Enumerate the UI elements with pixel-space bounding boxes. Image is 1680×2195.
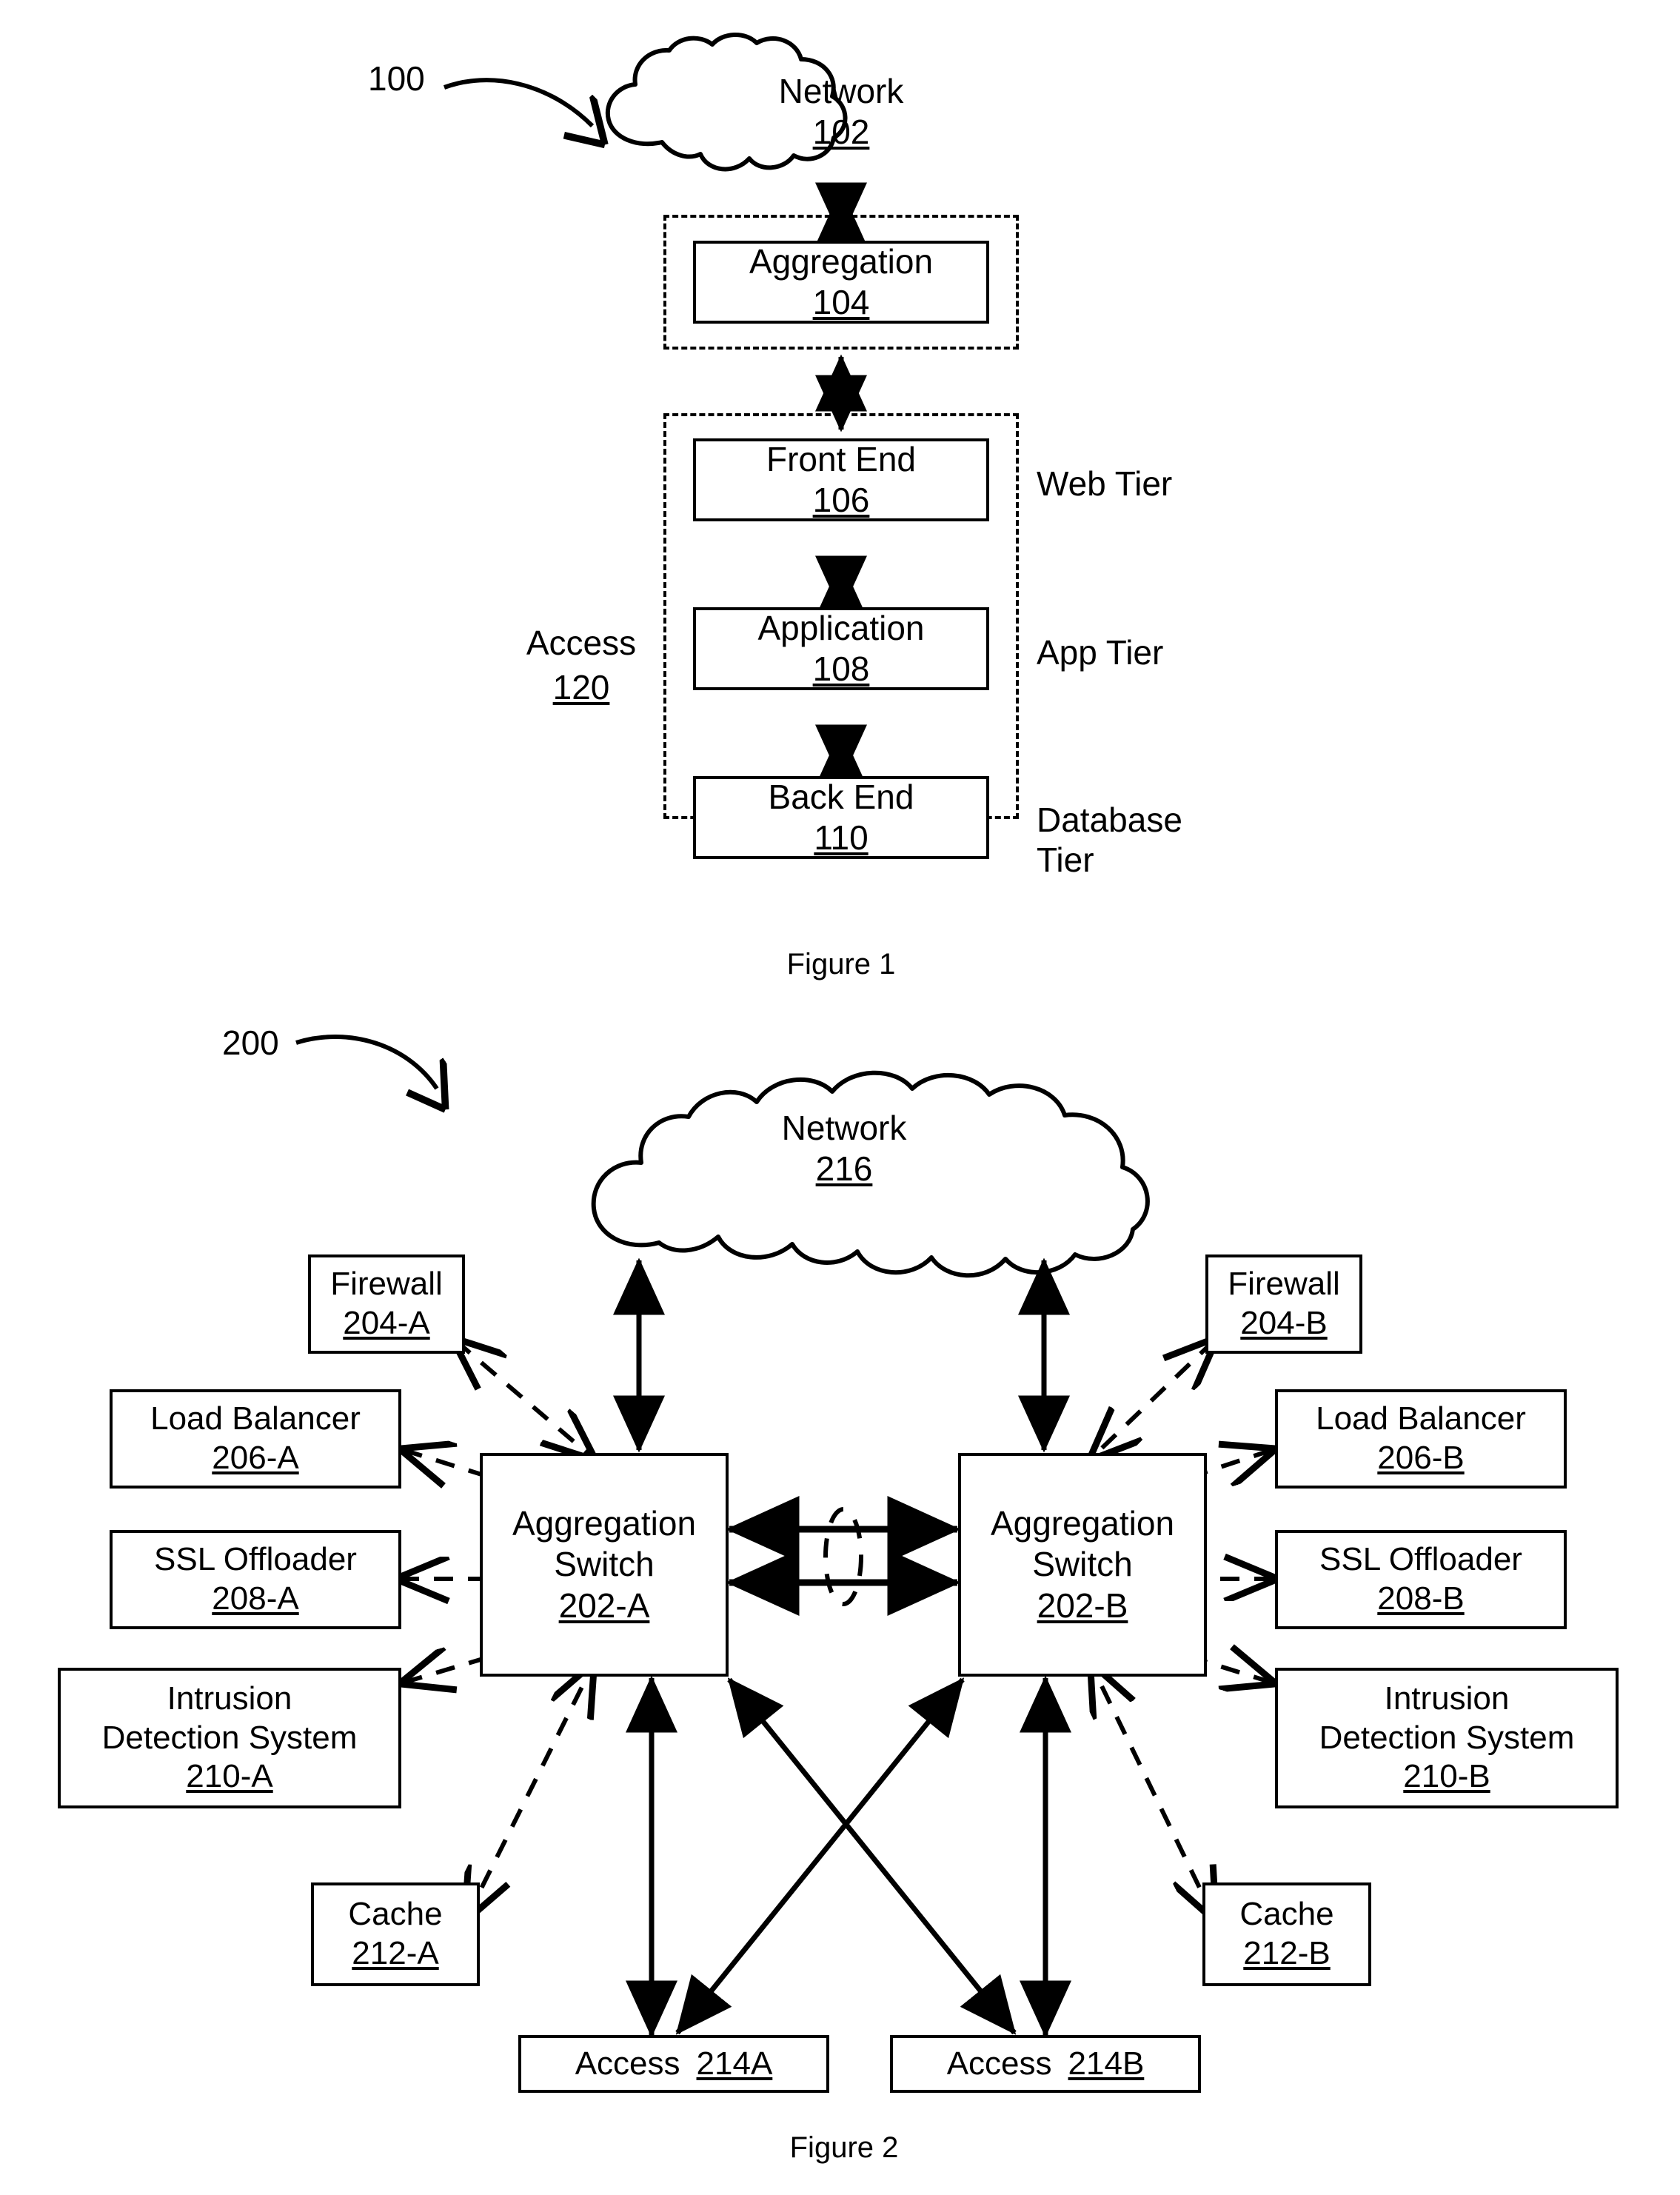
fig1-back-end-number: 110 bbox=[814, 818, 869, 857]
fig2-access-a-title: Access bbox=[575, 2045, 680, 2082]
fig2-ids-a-number: 210-A bbox=[186, 1758, 273, 1795]
fig2-ids-a-title-1: Intrusion bbox=[167, 1680, 292, 1717]
fig1-access-label-number: 120 bbox=[552, 668, 610, 706]
fig1-front-end-title: Front End bbox=[766, 439, 916, 478]
fig1-front-end-number: 106 bbox=[812, 481, 870, 519]
fig2-access-node-b: Access 214B bbox=[890, 2035, 1201, 2093]
fig1-cloud-number: 102 bbox=[812, 113, 870, 151]
fig2-ids-b-number: 210-B bbox=[1403, 1758, 1490, 1795]
fig2-ids-b-title-1: Intrusion bbox=[1384, 1680, 1510, 1717]
fig2-access-node-a: Access 214A bbox=[518, 2035, 829, 2093]
fig2-firewall-b-title: Firewall bbox=[1228, 1266, 1340, 1303]
fig2-access-b-title: Access bbox=[946, 2045, 1052, 2082]
fig2-firewall-a-number: 204-A bbox=[343, 1305, 430, 1341]
fig2-firewall-a: Firewall 204-A bbox=[308, 1254, 465, 1354]
fig1-reference-number: 100 bbox=[368, 59, 425, 98]
fig1-web-tier-label: Web Tier bbox=[1037, 464, 1173, 503]
fig2-load-balancer-b-title: Load Balancer bbox=[1316, 1400, 1526, 1437]
fig2-ids-a: Intrusion Detection System 210-A bbox=[58, 1668, 401, 1808]
fig2-access-b-number: 214B bbox=[1068, 2045, 1145, 2082]
fig2-reference-number: 200 bbox=[222, 1023, 279, 1062]
fig2-aggregation-switch-a: Aggregation Switch 202-A bbox=[480, 1453, 729, 1677]
fig2-cloud-title: Network bbox=[781, 1109, 907, 1147]
fig2-cache-a: Cache 212-A bbox=[311, 1882, 480, 1986]
fig1-caption: Figure 1 bbox=[786, 948, 896, 980]
fig2-caption: Figure 2 bbox=[789, 2131, 899, 2164]
fig2-ssl-offloader-a-title: SSL Offloader bbox=[154, 1541, 357, 1578]
fig2-switch-a-title-1: Aggregation bbox=[512, 1504, 697, 1543]
fig2-load-balancer-a: Load Balancer 206-A bbox=[110, 1389, 401, 1489]
fig2-cache-a-title: Cache bbox=[348, 1896, 443, 1933]
fig2-ids-b: Intrusion Detection System 210-B bbox=[1275, 1668, 1619, 1808]
fig1-application-box: Application 108 bbox=[693, 607, 989, 690]
fig1-aggregation-box: Aggregation 104 bbox=[693, 241, 989, 324]
fig2-ssl-offloader-b-number: 208-B bbox=[1377, 1580, 1465, 1617]
fig2-cache-b-title: Cache bbox=[1239, 1896, 1334, 1933]
fig1-back-end-box: Back End 110 bbox=[693, 776, 989, 859]
fig2-firewall-b-number: 204-B bbox=[1240, 1305, 1328, 1341]
fig2-ssl-offloader-b-title: SSL Offloader bbox=[1319, 1541, 1522, 1578]
fig2-reference-leader bbox=[295, 1034, 437, 1089]
fig2-cloud-number: 216 bbox=[815, 1149, 873, 1188]
patent-figure-sheet: 100 Network 102 Aggregation 104 Front En… bbox=[0, 0, 1680, 2195]
fig2-inter-switch-links bbox=[726, 1496, 961, 1616]
fig2-firewall-b: Firewall 204-B bbox=[1205, 1254, 1362, 1354]
fig2-switch-b-title-1: Aggregation bbox=[990, 1504, 1175, 1543]
fig2-load-balancer-b-number: 206-B bbox=[1377, 1440, 1465, 1476]
fig2-cache-a-number: 212-A bbox=[352, 1935, 439, 1971]
fig2-ssl-offloader-a: SSL Offloader 208-A bbox=[110, 1530, 401, 1629]
fig1-cloud-title: Network bbox=[778, 72, 904, 110]
fig2-load-balancer-b: Load Balancer 206-B bbox=[1275, 1389, 1567, 1489]
fig2-cache-b: Cache 212-B bbox=[1202, 1882, 1371, 1986]
fig2-ssl-offloader-b: SSL Offloader 208-B bbox=[1275, 1530, 1567, 1629]
fig1-back-end-title: Back End bbox=[768, 777, 914, 816]
fig2-firewall-a-title: Firewall bbox=[330, 1266, 443, 1303]
fig2-cloud-switch-links bbox=[613, 1257, 1070, 1453]
fig2-ids-b-title-2: Detection System bbox=[1319, 1719, 1575, 1756]
fig1-front-end-box: Front End 106 bbox=[693, 438, 989, 521]
fig2-switch-a-title-2: Switch bbox=[554, 1545, 655, 1584]
fig2-access-links bbox=[626, 1675, 1071, 2038]
fig1-database-tier-label: Database Tier bbox=[1037, 801, 1182, 880]
fig1-app-tier-label: App Tier bbox=[1037, 633, 1164, 672]
fig2-switch-b-title-2: Switch bbox=[1032, 1545, 1133, 1584]
fig2-load-balancer-a-number: 206-A bbox=[212, 1440, 299, 1476]
fig2-load-balancer-a-title: Load Balancer bbox=[150, 1400, 361, 1437]
fig1-access-label-title: Access bbox=[526, 624, 637, 662]
fig2-ids-a-title-2: Detection System bbox=[101, 1719, 358, 1756]
fig2-aggregation-switch-b: Aggregation Switch 202-B bbox=[958, 1453, 1207, 1677]
fig2-switch-a-number: 202-A bbox=[558, 1586, 650, 1625]
fig1-aggregation-number: 104 bbox=[812, 283, 870, 321]
fig1-application-title: Application bbox=[757, 608, 925, 647]
fig2-cache-b-number: 212-B bbox=[1243, 1935, 1331, 1971]
fig2-access-a-number: 214A bbox=[696, 2045, 773, 2082]
fig1-application-number: 108 bbox=[812, 649, 870, 688]
fig1-reference-leader bbox=[443, 78, 592, 126]
fig2-switch-b-number: 202-B bbox=[1037, 1586, 1128, 1625]
fig2-ssl-offloader-a-number: 208-A bbox=[212, 1580, 299, 1617]
fig1-aggregation-title: Aggregation bbox=[749, 241, 934, 281]
